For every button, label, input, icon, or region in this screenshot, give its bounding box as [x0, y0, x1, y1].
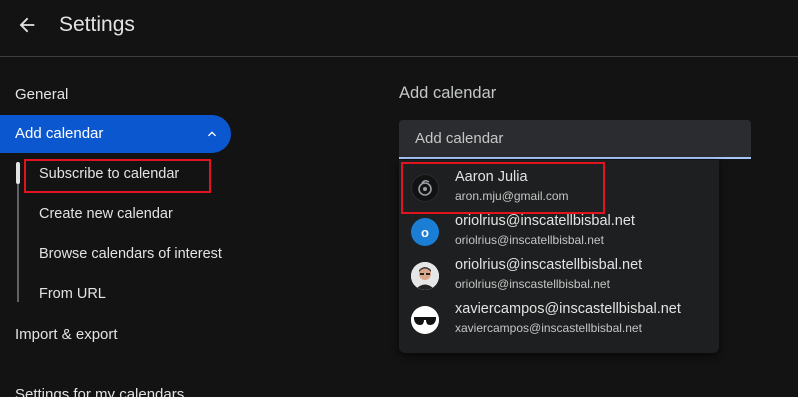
logo-icon	[412, 175, 438, 201]
arrow-back-icon	[19, 17, 35, 33]
letter-o-avatar: o	[411, 218, 439, 246]
suggestion-item[interactable]: Aaron Julia aron.mju@gmail.com	[399, 166, 719, 210]
suggestion-name: oriolrius@inscastellbisbal.net	[455, 257, 643, 273]
add-calendar-input[interactable]	[399, 120, 751, 159]
sidebar-item-create-new-calendar[interactable]: Create new calendar	[39, 206, 173, 222]
suggestion-item[interactable]: oriolrius@inscastellbisbal.net oriolrius…	[399, 254, 719, 298]
page-title: Settings	[59, 13, 135, 36]
suggestion-item[interactable]: o oriolrius@inscatellbisbal.net oriolriu…	[399, 210, 719, 254]
dark-logo-avatar	[411, 174, 439, 202]
top-bar: Settings	[0, 0, 798, 57]
section-title: Add calendar	[399, 84, 497, 102]
sidebar-item-add-calendar[interactable]: Add calendar	[0, 115, 231, 153]
suggestion-email: xaviercampos@inscastellbisbal.net	[455, 321, 642, 335]
person-photo-icon	[411, 262, 439, 290]
suggestion-name: Aaron Julia	[455, 169, 528, 185]
suggestion-email: oriolrius@inscastellbisbal.net	[455, 277, 610, 291]
suggestion-email: aron.mju@gmail.com	[455, 189, 569, 203]
chevron-up-icon	[208, 131, 216, 137]
sidebar-item-subscribe-to-calendar[interactable]: Subscribe to calendar	[39, 166, 179, 182]
suggestion-item[interactable]: xaviercampos@inscastellbisbal.net xavier…	[399, 298, 719, 342]
sidebar-item-browse-calendars[interactable]: Browse calendars of interest	[39, 246, 222, 262]
back-button[interactable]	[12, 10, 42, 40]
sidebar-item-from-url[interactable]: From URL	[39, 286, 106, 302]
sunglasses-icon	[411, 306, 439, 334]
sidebar-item-import-export[interactable]: Import & export	[15, 326, 118, 343]
sunglasses-avatar	[411, 306, 439, 334]
photo-avatar	[411, 262, 439, 290]
suggestion-name: oriolrius@inscatellbisbal.net	[455, 213, 635, 229]
sidebar-item-label: Add calendar	[15, 125, 104, 142]
sidebar-item-settings-my-calendars[interactable]: Settings for my calendars	[15, 386, 184, 397]
suggestion-email: oriolrius@inscatellbisbal.net	[455, 233, 604, 247]
sidebar-item-general[interactable]: General	[15, 86, 68, 103]
suggestions-dropdown: Aaron Julia aron.mju@gmail.com o oriolri…	[399, 160, 719, 353]
suggestion-name: xaviercampos@inscastellbisbal.net	[455, 301, 681, 317]
submenu-active-indicator	[16, 162, 20, 184]
